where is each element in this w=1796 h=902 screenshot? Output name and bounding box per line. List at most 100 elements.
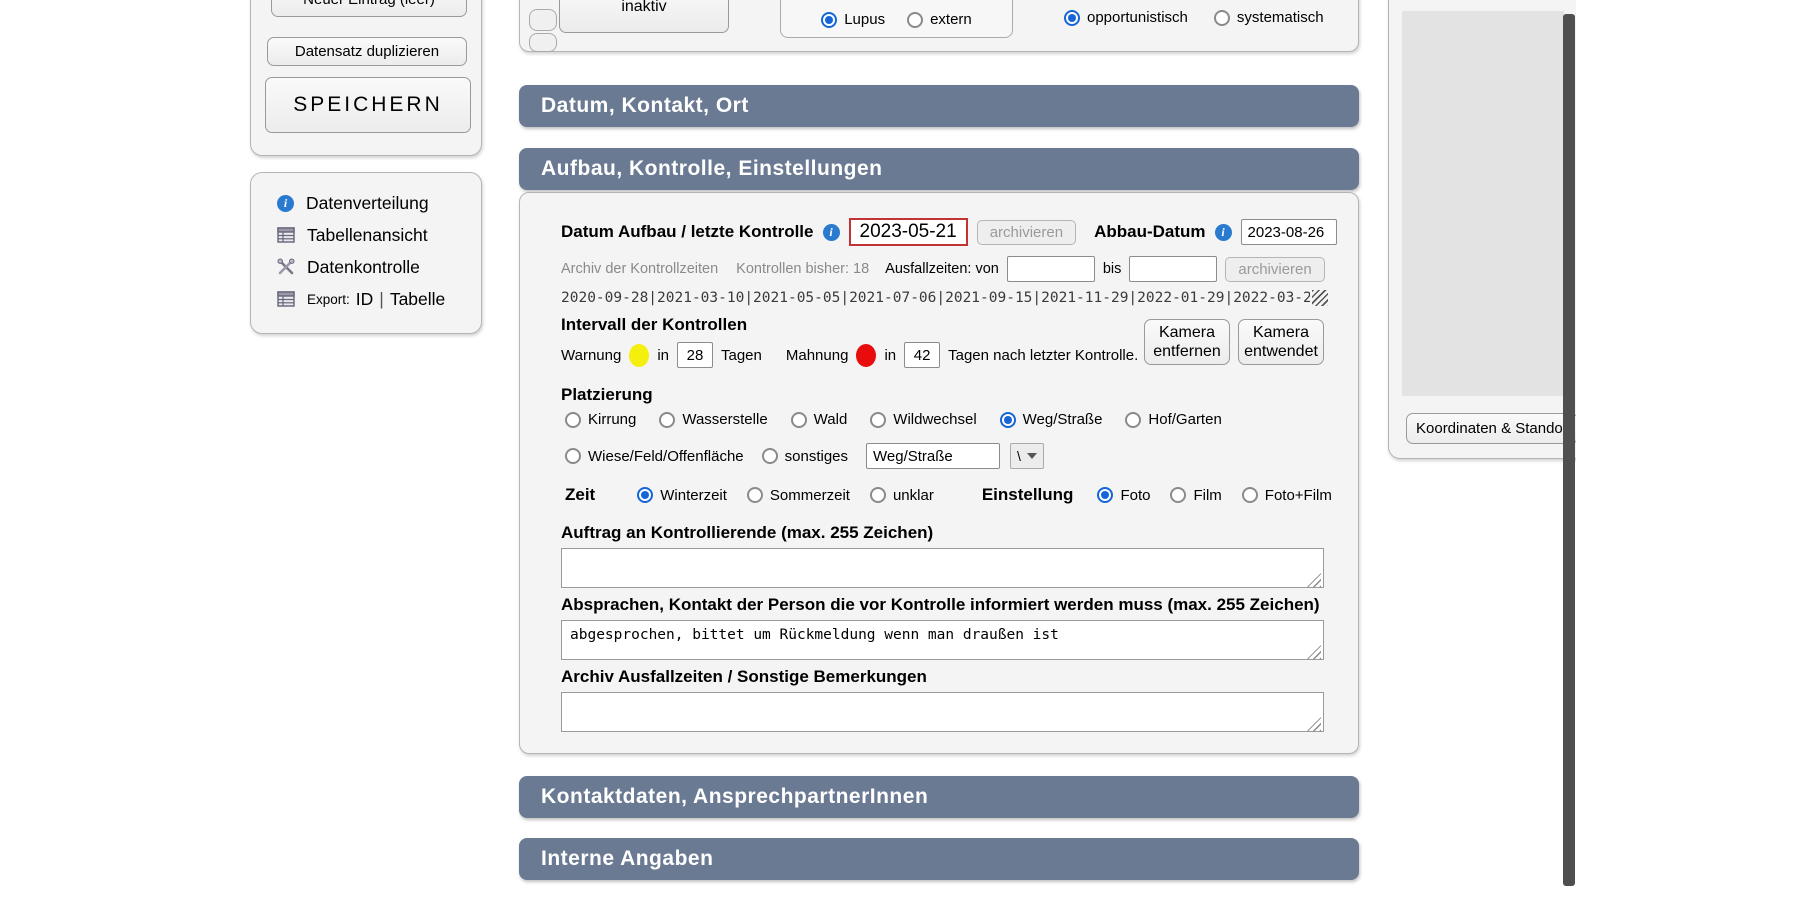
- menu-item-datenverteilung[interactable]: i Datenverteilung: [277, 187, 481, 219]
- info-icon[interactable]: i: [1215, 224, 1232, 241]
- placement-free-text-input[interactable]: [866, 443, 1000, 469]
- export-table-link[interactable]: Tabelle: [390, 289, 445, 310]
- downtime-from-input[interactable]: [1007, 256, 1095, 282]
- archiv-bemerkungen-textarea[interactable]: [561, 692, 1324, 732]
- radio-icon: [1242, 487, 1258, 503]
- radio-option-hof-garten[interactable]: Hof/Garten: [1125, 411, 1221, 428]
- radio-option-kirrung[interactable]: Kirrung: [565, 411, 636, 428]
- new-entry-button[interactable]: Neuer Eintrag (leer): [271, 0, 467, 17]
- radio-option-opportunistisch[interactable]: opportunistisch: [1064, 9, 1188, 26]
- camera-stolen-button[interactable]: Kamera entwendet: [1238, 319, 1324, 365]
- radio-option-unklar[interactable]: unklar: [870, 487, 934, 504]
- absprachen-label: Absprachen, Kontakt der Person die vor K…: [561, 595, 1320, 615]
- left-toolbar-panel: Neuer Eintrag (leer) Datensatz duplizier…: [250, 0, 482, 156]
- coordinates-location-button[interactable]: Koordinaten & Stando: [1406, 413, 1578, 444]
- section-header-datum-kontakt-ort[interactable]: Datum, Kontakt, Ort: [519, 85, 1359, 127]
- setup-date-row: Datum Aufbau / letzte Kontrolle i 2023-0…: [561, 215, 1324, 249]
- resize-grip-icon[interactable]: [1312, 290, 1328, 306]
- radio-icon: [821, 12, 837, 28]
- map-placeholder: [1402, 11, 1564, 396]
- radio-label: Wiese/Feld/Offenfläche: [588, 448, 744, 465]
- top-status-panel: inaktiv Lupus extern opportunistisch sys…: [519, 0, 1359, 52]
- tagen-label: Tagen: [721, 347, 762, 364]
- radio-option-wasserstelle[interactable]: Wasserstelle: [659, 411, 767, 428]
- zeit-label: Zeit: [565, 485, 595, 505]
- camera-database-form-page: Neuer Eintrag (leer) Datensatz duplizier…: [0, 0, 1796, 902]
- radio-label: extern: [930, 11, 972, 28]
- menu-item-tabellenansicht[interactable]: Tabellenansicht: [277, 219, 481, 251]
- section-header-aufbau[interactable]: Aufbau, Kontrolle, Einstellungen: [519, 148, 1359, 190]
- radio-option-systematisch[interactable]: systematisch: [1214, 9, 1324, 26]
- radio-label: Winterzeit: [660, 487, 727, 504]
- auftrag-textarea[interactable]: [561, 548, 1324, 588]
- source-radio-group: Lupus extern: [780, 0, 1013, 38]
- after-last-control-label: Tagen nach letzter Kontrolle.: [948, 347, 1138, 364]
- radio-option-extern[interactable]: extern: [907, 11, 972, 28]
- radio-option-weg-strasse[interactable]: Weg/Straße: [1000, 411, 1103, 428]
- scrollbar[interactable]: [1563, 14, 1575, 886]
- radio-icon: [565, 448, 581, 464]
- mode-radio-group: opportunistisch systematisch: [1064, 9, 1324, 26]
- radio-option-foto[interactable]: Foto: [1097, 487, 1150, 504]
- cut-button-fragment: [529, 9, 557, 31]
- placement-select[interactable]: \: [1010, 443, 1044, 469]
- reminder-days-input[interactable]: [904, 342, 940, 368]
- downtime-to-input[interactable]: [1129, 256, 1217, 282]
- menu-item-label: Datenkontrolle: [307, 257, 420, 278]
- section-header-interne-angaben[interactable]: Interne Angaben: [519, 838, 1359, 880]
- radio-label: Wald: [814, 411, 848, 428]
- radio-label: Sommerzeit: [770, 487, 850, 504]
- placement-row2: Wiese/Feld/Offenfläche sonstiges \: [565, 441, 1044, 471]
- duplicate-record-button[interactable]: Datensatz duplizieren: [267, 37, 467, 66]
- radio-label: sonstiges: [785, 448, 848, 465]
- inaktiv-button[interactable]: inaktiv: [559, 0, 729, 33]
- radio-option-lupus[interactable]: Lupus: [821, 11, 885, 28]
- chevron-down-icon: [1027, 453, 1037, 459]
- radio-option-wildwechsel[interactable]: Wildwechsel: [870, 411, 976, 428]
- radio-icon: [1214, 10, 1230, 26]
- reminder-label: Mahnung: [786, 347, 849, 364]
- camera-remove-button[interactable]: Kamera entfernen: [1144, 319, 1230, 365]
- radio-option-wiese-feld[interactable]: Wiese/Feld/Offenfläche: [565, 448, 744, 465]
- control-dates-text: 2020-09-28|2021-03-10|2021-05-05|2021-07…: [561, 290, 1310, 306]
- radio-option-winterzeit[interactable]: Winterzeit: [637, 487, 727, 504]
- radio-label: Film: [1193, 487, 1221, 504]
- menu-item-export[interactable]: Export: ID | Tabelle: [277, 283, 481, 315]
- warning-days-input[interactable]: [677, 342, 713, 368]
- radio-icon: [870, 412, 886, 428]
- radio-option-foto-film[interactable]: Foto+Film: [1242, 487, 1332, 504]
- radio-label: systematisch: [1237, 9, 1324, 26]
- in-label: in: [884, 347, 896, 364]
- placement-row1: Kirrung Wasserstelle Wald Wildwechsel We…: [565, 411, 1222, 428]
- radio-icon: [870, 487, 886, 503]
- teardown-date-input[interactable]: [1241, 219, 1337, 245]
- setup-date-value[interactable]: 2023-05-21: [849, 218, 968, 246]
- export-prefix-label: Export:: [307, 292, 350, 307]
- absprachen-textarea[interactable]: abgesprochen, bittet um Rückmeldung wenn…: [561, 620, 1324, 660]
- radio-option-sommerzeit[interactable]: Sommerzeit: [747, 487, 850, 504]
- radio-icon: [637, 487, 653, 503]
- save-button[interactable]: SPEICHERN: [265, 77, 471, 133]
- warning-label: Warnung: [561, 347, 621, 364]
- section-header-kontaktdaten[interactable]: Kontaktdaten, AnsprechpartnerInnen: [519, 776, 1359, 818]
- info-icon[interactable]: i: [823, 224, 840, 241]
- einstellung-label: Einstellung: [982, 485, 1074, 505]
- radio-label: Wasserstelle: [682, 411, 767, 428]
- interval-title: Intervall der Kontrollen: [561, 315, 747, 335]
- table-icon: [277, 226, 295, 244]
- downtime-archive-button[interactable]: archivieren: [1225, 257, 1324, 282]
- radio-option-wald[interactable]: Wald: [791, 411, 848, 428]
- export-id-link[interactable]: ID: [356, 289, 374, 310]
- radio-icon: [747, 487, 763, 503]
- archive-date-button[interactable]: archivieren: [977, 220, 1076, 245]
- radio-option-sonstiges[interactable]: sonstiges: [762, 448, 848, 465]
- left-menu-panel: i Datenverteilung Tabellenansicht Datenk…: [250, 172, 482, 334]
- radio-option-film[interactable]: Film: [1170, 487, 1221, 504]
- menu-item-datenkontrolle[interactable]: Datenkontrolle: [277, 251, 481, 283]
- radio-label: Kirrung: [588, 411, 636, 428]
- control-dates-row: 2020-09-28|2021-03-10|2021-05-05|2021-07…: [561, 287, 1328, 309]
- alarm-dot-icon: [856, 344, 876, 367]
- menu-item-label: Datenverteilung: [306, 193, 429, 214]
- radio-icon: [659, 412, 675, 428]
- controls-count-label: Kontrollen bisher: 18: [736, 261, 869, 277]
